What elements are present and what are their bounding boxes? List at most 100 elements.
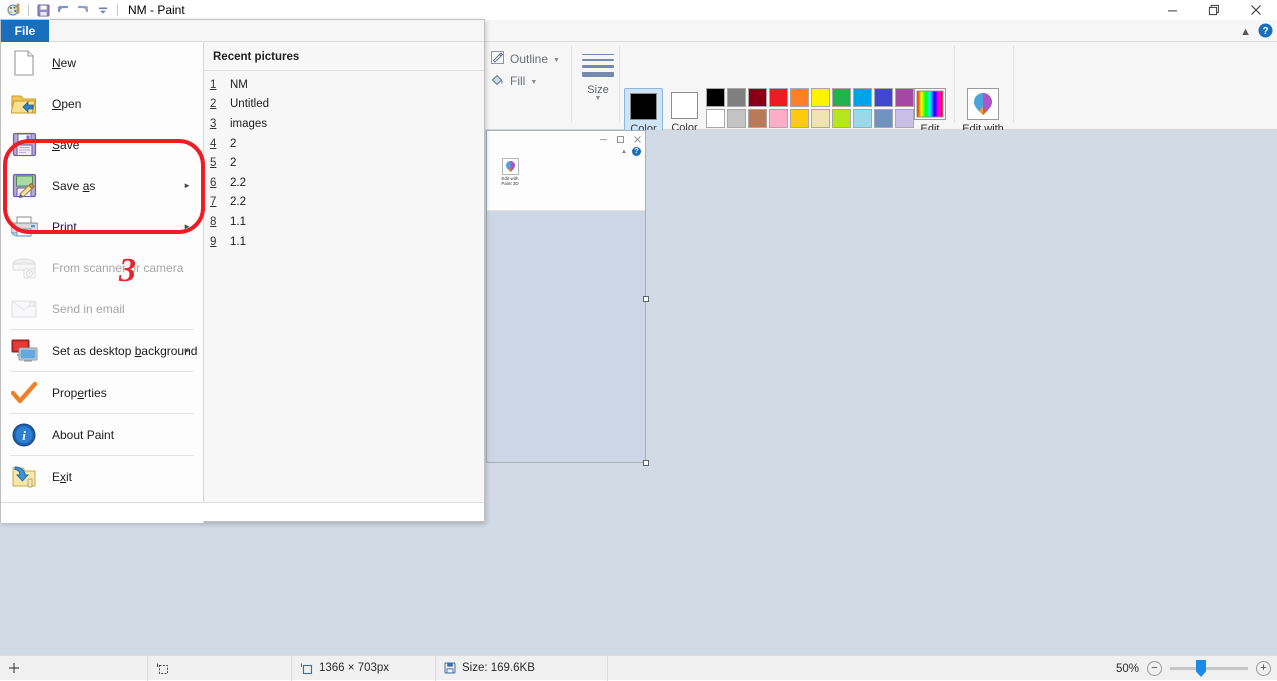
window-controls[interactable] [1151,0,1277,20]
recent-item-number: 7 [210,196,217,209]
email-icon [10,295,38,323]
palette-swatch-2-2[interactable] [727,109,746,128]
maximize-button[interactable] [1193,0,1235,20]
canvas-resize-handle-bottom-right[interactable] [643,460,649,466]
file-menu-item-from-scanner-or-camera: From scanner or camera [1,247,203,288]
file-menu-item-label: Set as desktop background [52,343,198,358]
palette-swatch-1-1[interactable] [706,88,725,107]
recent-item-number: 2 [210,98,217,111]
chevron-down-icon-2[interactable]: ▼ [530,79,537,86]
palette-swatch-2-3[interactable] [748,109,767,128]
palette-swatch-1-6[interactable] [811,88,830,107]
palette-swatch-1-5[interactable] [790,88,809,107]
customize-quick-access-icon[interactable] [93,1,113,19]
fill-button[interactable]: Fill ▼ [490,70,570,92]
palette-swatch-2-4[interactable] [769,109,788,128]
file-menu-item-exit[interactable]: Exit [1,456,203,497]
recent-picture-item[interactable]: 7 2.2 [210,193,484,213]
size-lines-icon [576,50,620,77]
palette-swatch-1-9[interactable] [874,88,893,107]
zoom-slider-track[interactable] [1170,660,1248,677]
recent-picture-item[interactable]: 3 images [210,114,484,134]
submenu-arrow-icon: ► [183,181,191,190]
palette-swatch-1-3[interactable] [748,88,767,107]
file-menu-item-open[interactable]: Open [1,83,203,124]
size-group[interactable]: Size ▼ [576,50,620,102]
qat-divider [28,4,29,16]
status-selection-size [148,655,292,681]
recent-picture-item[interactable]: 1 NM [210,75,484,95]
file-menu-item-about-paint[interactable]: i About Paint [1,414,203,455]
palette-swatch-2-8[interactable] [853,109,872,128]
palette-swatch-1-2[interactable] [727,88,746,107]
ribbon-divider-4 [954,46,955,122]
palette-swatch-1-7[interactable] [832,88,851,107]
recent-picture-item[interactable]: 52 [210,153,484,173]
recent-item-name: Untitled [230,98,269,111]
palette-swatch-1-8[interactable] [853,88,872,107]
canvas-resize-handle-right[interactable] [643,296,649,302]
help-question-icon[interactable]: ? [1258,23,1273,41]
zoom-in-button[interactable]: + [1256,661,1271,676]
recent-picture-item[interactable]: 2 Untitled [210,95,484,115]
recent-item-number: 5 [210,157,217,170]
qat-divider-2 [117,4,118,16]
quick-access-toolbar[interactable]: NM - Paint [0,0,185,20]
fill-label: Fill [510,74,526,88]
canvas-paint3d-icon [501,158,519,175]
palette-row-2[interactable] [706,109,914,128]
close-button[interactable] [1235,0,1277,20]
zoom-controls[interactable]: 50% − + [1116,656,1271,681]
zoom-out-button[interactable]: − [1147,661,1162,676]
file-menu-item-label: Save [52,137,80,152]
save-icon[interactable] [33,1,53,19]
floppy-save-as-icon [10,172,38,200]
image-canvas[interactable]: ▲ ? Edit with Paint 3D [486,130,649,466]
palette-swatch-1-4[interactable] [769,88,788,107]
chevron-up-icon[interactable]: ▲ [1240,26,1251,38]
canvas-mini-help: ▲ ? [621,147,641,156]
recent-divider [204,70,484,71]
status-file-size: Size: 169.6KB [436,655,608,681]
paint-app-icon[interactable] [4,1,24,19]
palette-row-1[interactable] [706,88,914,107]
palette-swatch-2-7[interactable] [832,109,851,128]
file-menu-item-label: Print [52,219,77,234]
canvas-paint3d-thumbnail: Edit with Paint 3D [492,158,528,186]
palette-swatch-2-6[interactable] [811,109,830,128]
zoom-slider-thumb[interactable] [1196,660,1206,677]
palette-swatch-2-9[interactable] [874,109,893,128]
palette-swatch-2-5[interactable] [790,109,809,128]
palette-swatch-2-1[interactable] [706,109,725,128]
file-menu-item-print[interactable]: Print ► [1,206,203,247]
undo-icon[interactable] [53,1,73,19]
recent-picture-item[interactable]: 8 1.1 [210,212,484,232]
image-size-value: 1366 × 703px [319,662,390,674]
image-size-icon [301,663,313,674]
minimize-button[interactable] [1151,0,1193,20]
scanner-icon [10,254,38,282]
zoom-level-label: 50% [1115,662,1139,675]
recent-picture-item[interactable]: 42 [210,134,484,154]
outline-button[interactable]: Outline ▼ [490,48,570,70]
paint3d-icon [967,88,999,120]
file-menu-item-save-as[interactable]: Save as ► [1,165,203,206]
shape-style-group: Outline ▼ Fill ▼ [490,48,570,92]
redo-icon[interactable] [73,1,93,19]
recent-picture-item[interactable]: 6 2.2 [210,173,484,193]
file-menu-header-rest [49,20,484,42]
printer-icon [10,213,38,241]
desktop-background-icon [10,337,38,365]
file-menu-item-properties[interactable]: Properties [1,372,203,413]
file-menu-item-new[interactable]: New [1,42,203,83]
recent-pictures-list[interactable]: 1 NM 2 Untitled 3 images 4 2 5 2 6 2.2 7 2.2 8 1.1 9 1.1 [210,75,484,251]
chevron-down-icon[interactable]: ▼ [553,57,560,64]
ribbon-divider-3 [1013,46,1014,122]
file-menu-item-set-as-desktop-background[interactable]: Set as desktop background ► [1,330,203,371]
file-menu-item-save[interactable]: Save [1,124,203,165]
size-chevron-down-icon[interactable]: ▼ [576,95,620,102]
recent-item-name: 2 [230,137,237,150]
recent-picture-item[interactable]: 9 1.1 [210,232,484,252]
file-menu-tab[interactable]: File [1,20,49,42]
file-menu-item-label: Send in email [52,301,125,316]
